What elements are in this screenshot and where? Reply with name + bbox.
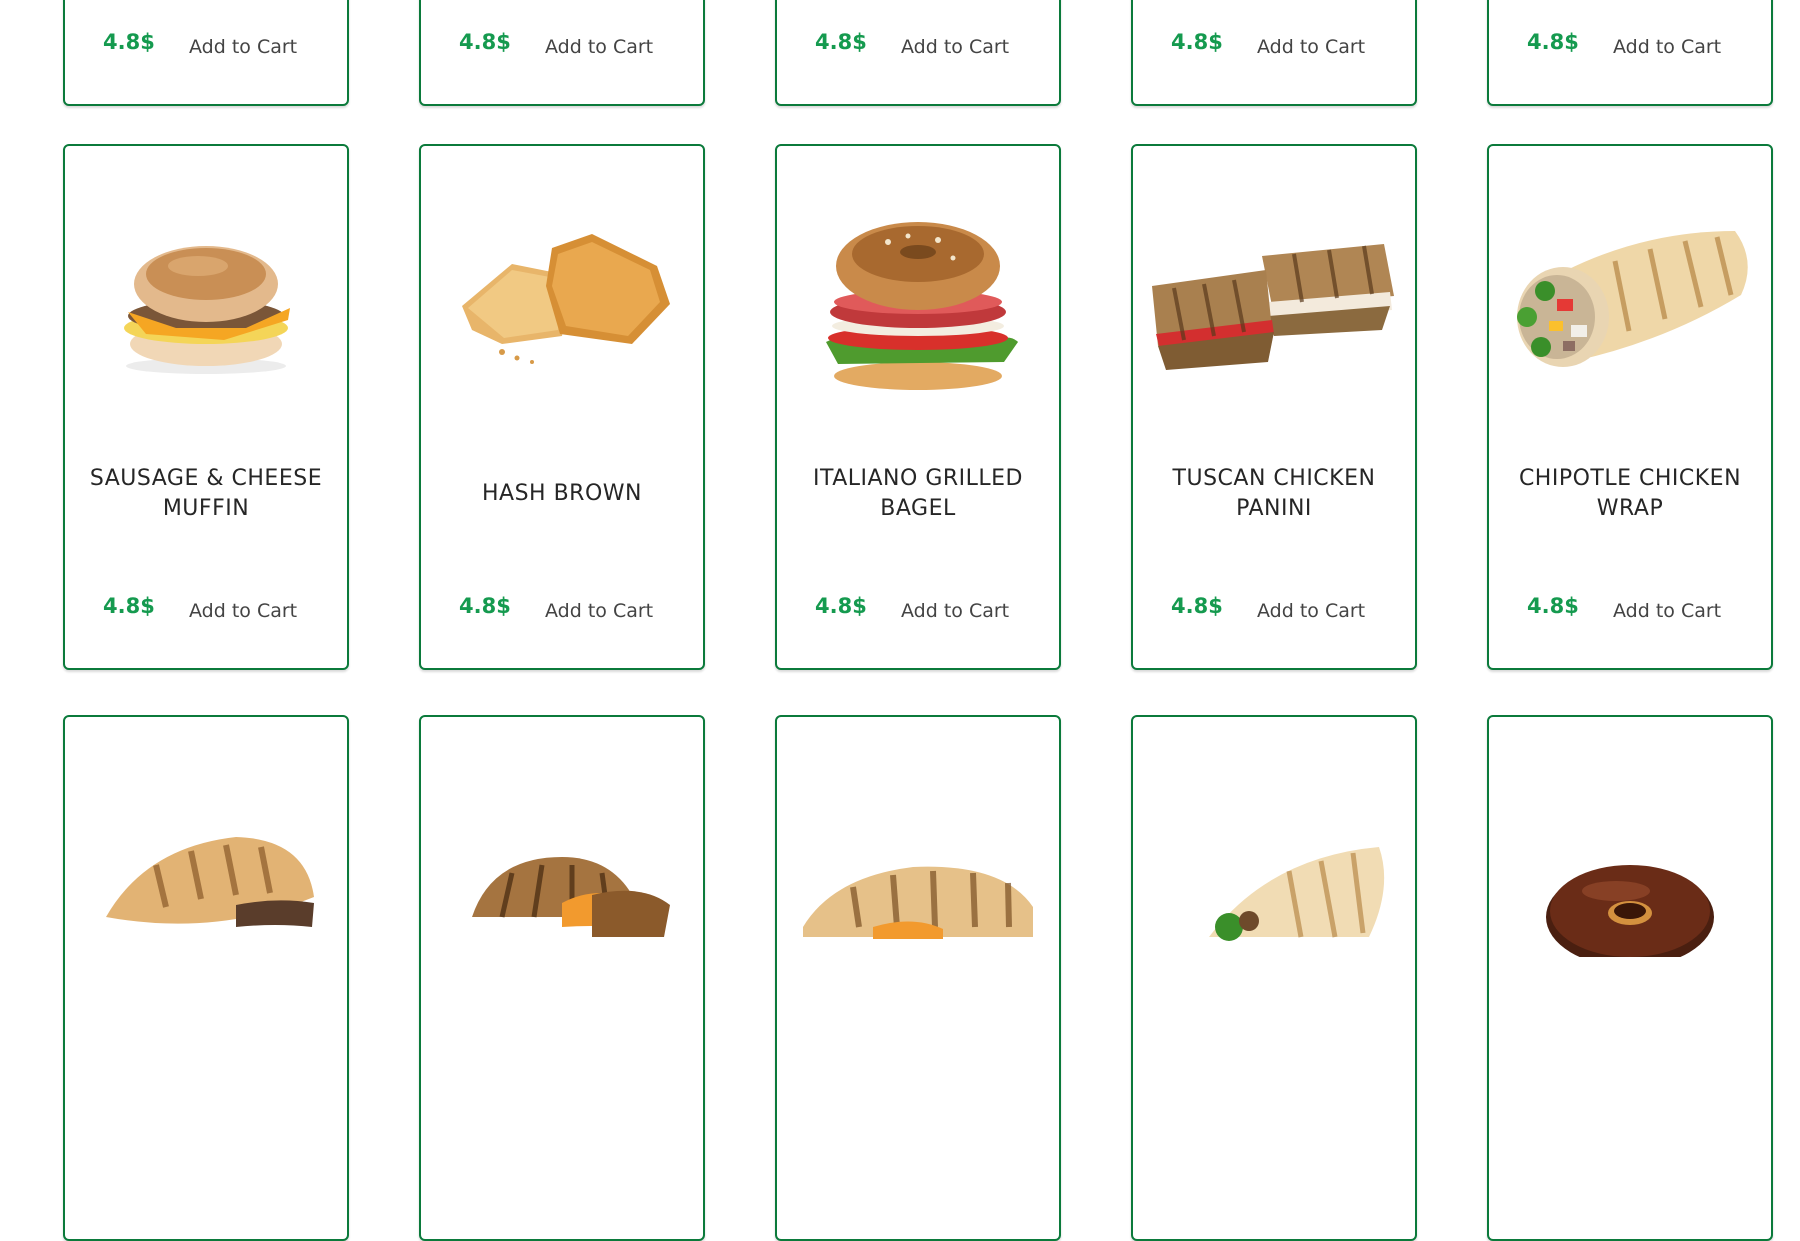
product-card xyxy=(1487,715,1773,1241)
product-image[interactable] xyxy=(65,206,347,396)
product-card: 4.8$ Add to Cart xyxy=(775,0,1061,106)
product-image[interactable] xyxy=(1489,206,1771,396)
panini-image xyxy=(1152,244,1394,370)
add-to-cart-button[interactable]: Add to Cart xyxy=(901,596,1009,626)
price: 4.8$ xyxy=(459,30,511,54)
grilled-panini-image xyxy=(472,857,670,937)
product-card: 4.8$ Add to Cart xyxy=(1131,0,1417,106)
product-image[interactable] xyxy=(1133,777,1415,967)
price: 4.8$ xyxy=(1171,30,1223,54)
price: 4.8$ xyxy=(1527,30,1579,54)
product-image[interactable] xyxy=(1489,777,1771,967)
add-to-cart-button[interactable]: Add to Cart xyxy=(1613,596,1721,626)
price: 4.8$ xyxy=(459,594,511,618)
product-card: TUSCAN CHICKEN PANINI 4.8$ Add to Cart xyxy=(1131,144,1417,670)
grilled-melt-image xyxy=(803,866,1033,939)
chocolate-donut-image xyxy=(1546,865,1714,957)
price: 4.8$ xyxy=(815,594,867,618)
product-card: CHIPOTLE CHICKEN WRAP 4.8$ Add to Cart xyxy=(1487,144,1773,670)
muffin-sandwich-image xyxy=(124,246,290,374)
product-name: SAUSAGE & CHEESE MUFFIN xyxy=(89,466,323,521)
add-to-cart-button[interactable]: Add to Cart xyxy=(1257,32,1365,62)
product-card: 4.8$ Add to Cart xyxy=(1487,0,1773,106)
product-image[interactable] xyxy=(421,777,703,967)
product-name: HASH BROWN xyxy=(482,481,642,506)
bagel-sandwich-image xyxy=(826,222,1018,390)
product-card: HASH BROWN 4.8$ Add to Cart xyxy=(419,144,705,670)
grilled-wrap-image xyxy=(1209,847,1385,941)
product-name: CHIPOTLE CHICKEN WRAP xyxy=(1518,466,1742,521)
add-to-cart-button[interactable]: Add to Cart xyxy=(1257,596,1365,626)
product-name: TUSCAN CHICKEN PANINI xyxy=(1172,466,1376,521)
add-to-cart-button[interactable]: Add to Cart xyxy=(1613,32,1721,62)
product-card: 4.8$ Add to Cart xyxy=(63,0,349,106)
product-card: SAUSAGE & CHEESE MUFFIN 4.8$ Add to Cart xyxy=(63,144,349,670)
price: 4.8$ xyxy=(1527,594,1579,618)
add-to-cart-button[interactable]: Add to Cart xyxy=(545,32,653,62)
add-to-cart-button[interactable]: Add to Cart xyxy=(545,596,653,626)
product-card xyxy=(63,715,349,1241)
product-card: 4.8$ Add to Cart xyxy=(419,0,705,106)
wrap-image xyxy=(1517,231,1748,367)
product-card xyxy=(775,715,1061,1241)
product-image[interactable] xyxy=(1133,206,1415,396)
product-grid: 4.8$ Add to Cart 4.8$ Add to Cart 4.8$ A… xyxy=(0,0,1800,1241)
product-image[interactable] xyxy=(421,206,703,396)
product-card xyxy=(1131,715,1417,1241)
price: 4.8$ xyxy=(103,594,155,618)
product-card: ITALIANO GRILLED BAGEL 4.8$ Add to Cart xyxy=(775,144,1061,670)
add-to-cart-button[interactable]: Add to Cart xyxy=(189,32,297,62)
price: 4.8$ xyxy=(815,30,867,54)
product-image[interactable] xyxy=(777,206,1059,396)
hash-brown-image xyxy=(462,234,670,364)
add-to-cart-button[interactable]: Add to Cart xyxy=(901,32,1009,62)
add-to-cart-button[interactable]: Add to Cart xyxy=(189,596,297,626)
product-name: ITALIANO GRILLED BAGEL xyxy=(812,466,1023,521)
grilled-sub-image xyxy=(106,837,314,927)
product-image[interactable] xyxy=(777,777,1059,967)
product-card xyxy=(419,715,705,1241)
product-image[interactable] xyxy=(65,777,347,967)
price: 4.8$ xyxy=(1171,594,1223,618)
price: 4.8$ xyxy=(103,30,155,54)
